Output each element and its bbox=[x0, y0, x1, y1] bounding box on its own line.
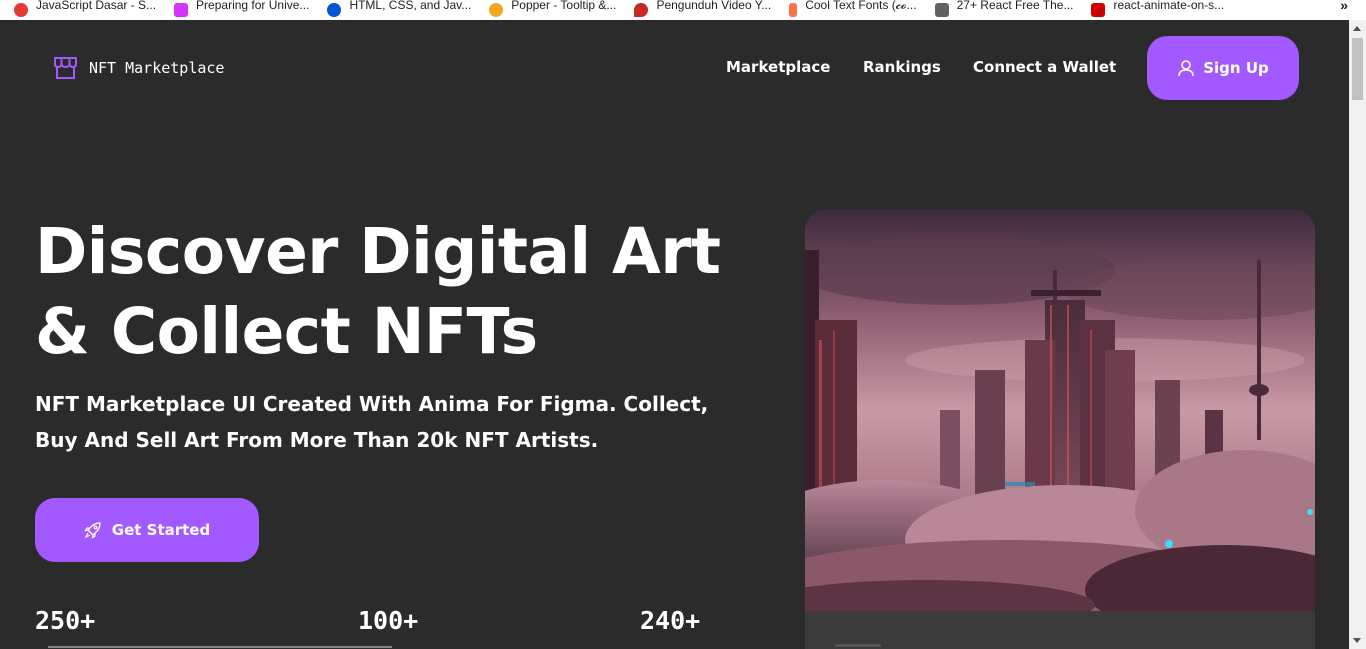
bookmark-item[interactable]: Pengunduh Video Y... bbox=[634, 0, 771, 20]
hero-subtitle-line: NFT Marketplace UI Created With Anima Fo… bbox=[35, 392, 709, 416]
bookmark-item[interactable]: Popper - Tooltip &... bbox=[489, 0, 616, 20]
logo-text: NFT Marketplace bbox=[89, 58, 225, 77]
bookmark-item[interactable]: HTML, CSS, and Jav... bbox=[327, 0, 471, 20]
hero-artwork-image bbox=[805, 210, 1315, 611]
get-started-label: Get Started bbox=[111, 521, 211, 539]
hero-title: Discover Digital Art & Collect NFTs bbox=[35, 212, 755, 372]
nav-connect-wallet[interactable]: Connect a Wallet bbox=[973, 58, 1116, 76]
sign-up-label: Sign Up bbox=[1203, 59, 1269, 77]
rocket-icon bbox=[84, 522, 101, 539]
bookmark-item[interactable]: JavaScript Dasar - S... bbox=[14, 0, 156, 20]
scroll-thumb[interactable] bbox=[1352, 38, 1363, 100]
npm-bookmark-icon bbox=[1091, 3, 1106, 17]
divider bbox=[48, 646, 392, 648]
user-icon bbox=[1178, 60, 1195, 77]
scroll-up-arrow-icon[interactable] bbox=[1353, 26, 1361, 31]
nav-rankings[interactable]: Rankings bbox=[863, 58, 941, 76]
popper-bookmark-icon bbox=[489, 3, 504, 17]
hero-image-card[interactable] bbox=[805, 210, 1315, 649]
card-footer-placeholder bbox=[835, 644, 881, 647]
page-scrollbar[interactable] bbox=[1349, 20, 1366, 649]
site-logo[interactable]: NFT Marketplace bbox=[52, 54, 224, 81]
get-started-button[interactable]: Get Started bbox=[35, 498, 259, 562]
font-bookmark-icon bbox=[789, 3, 798, 17]
stat-auctions: 100+ bbox=[358, 606, 419, 635]
hero-subtitle-line: Buy And Sell Art From More Than 20k NFT … bbox=[35, 428, 599, 452]
scroll-down-arrow-icon[interactable] bbox=[1353, 638, 1361, 643]
bookmark-item[interactable]: Cool Text Fonts (𝓬𝓸... bbox=[789, 0, 917, 20]
bookmark-item[interactable]: 27+ React Free The... bbox=[934, 0, 1073, 20]
sign-up-button[interactable]: Sign Up bbox=[1147, 36, 1299, 100]
coursera-bookmark-icon bbox=[327, 3, 342, 17]
stat-artists: 240+ bbox=[640, 606, 701, 635]
hero-title-line: Discover Digital Art bbox=[35, 215, 721, 288]
bookmark-item[interactable]: react-animate-on-s... bbox=[1091, 0, 1224, 20]
storefront-icon bbox=[54, 57, 77, 79]
bookmarks-bar: JavaScript Dasar - S... Preparing for Un… bbox=[0, 0, 1366, 20]
bookmarks-overflow-button[interactable]: » bbox=[1340, 0, 1348, 13]
stat-total-sale: 250+ bbox=[35, 606, 96, 635]
hero-title-line: & Collect NFTs bbox=[35, 295, 538, 368]
nav-marketplace[interactable]: Marketplace bbox=[726, 58, 830, 76]
bookmark-item[interactable]: Preparing for Unive... bbox=[174, 0, 309, 20]
video-bookmark-icon bbox=[634, 3, 649, 17]
react-bookmark-icon bbox=[934, 3, 949, 17]
figma-bookmark-icon bbox=[174, 3, 189, 17]
js-bookmark-icon bbox=[14, 3, 28, 17]
hero-subtitle: NFT Marketplace UI Created With Anima Fo… bbox=[35, 386, 755, 458]
